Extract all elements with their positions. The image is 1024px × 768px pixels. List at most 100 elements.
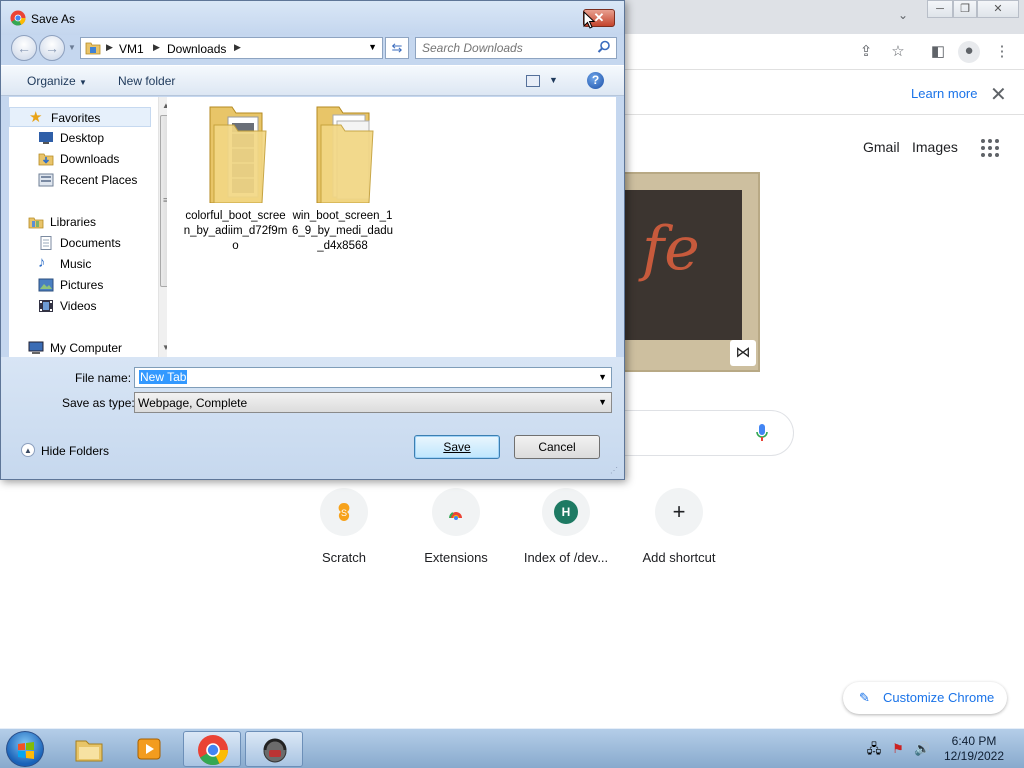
svg-text:S: S xyxy=(341,508,347,518)
mouse-cursor-icon xyxy=(583,11,595,29)
volume-icon[interactable]: 🔊 xyxy=(914,741,930,757)
profile-avatar-icon[interactable]: ● xyxy=(958,41,980,63)
videos-icon xyxy=(39,300,53,312)
file-name-value[interactable]: New Tab xyxy=(139,370,188,384)
refresh-button[interactable]: ⇆ xyxy=(385,37,409,59)
voice-search-icon[interactable] xyxy=(755,423,769,443)
gmail-link[interactable]: Gmail xyxy=(863,139,900,155)
infobar-close-icon[interactable]: ✕ xyxy=(990,82,1007,107)
save-as-type-label: Save as type: xyxy=(62,396,135,410)
window-close-button[interactable]: ✕ xyxy=(977,0,1019,18)
file-name: colorful_boot_screen_by_adiim_d72f9mo xyxy=(183,210,288,252)
dialog-title: Save As xyxy=(31,12,76,26)
shortcut-tile[interactable]: H Index of /dev... xyxy=(511,488,621,565)
nav-documents[interactable]: Documents xyxy=(9,233,151,253)
windows-logo-icon xyxy=(18,742,34,759)
pencil-icon: ✎ xyxy=(859,690,870,705)
learn-more-link[interactable]: Learn more xyxy=(911,86,977,101)
nav-videos-label: Videos xyxy=(60,299,97,313)
documents-icon xyxy=(40,236,52,250)
nav-documents-label: Documents xyxy=(60,236,121,250)
chrome-web-store-icon xyxy=(432,488,480,536)
resize-grip-icon[interactable]: ⋰ xyxy=(610,466,618,475)
save-as-type-select[interactable]: Webpage, Complete ▼ xyxy=(134,392,612,413)
taskbar-chrome[interactable] xyxy=(183,731,241,767)
minimize-button[interactable]: ─ xyxy=(927,0,953,18)
media-player-icon xyxy=(137,738,161,760)
file-item[interactable]: win_boot_screen_16_9_by_medi_dadu_d4x856… xyxy=(290,103,395,254)
breadcrumb-arrow-icon[interactable]: ▶ xyxy=(234,42,241,53)
breadcrumb-arrow-icon[interactable]: ▶ xyxy=(153,42,160,53)
tab-search-chevron-icon[interactable]: ⌄ xyxy=(898,8,908,22)
images-link[interactable]: Images xyxy=(912,139,958,155)
views-dropdown-icon[interactable]: ▼ xyxy=(549,75,558,85)
headset-app-icon xyxy=(263,738,287,763)
save-button[interactable]: Save xyxy=(414,435,500,459)
customize-chrome-button[interactable]: ✎ Customize Chrome xyxy=(843,682,1007,714)
chevron-up-icon: ▲ xyxy=(21,443,35,457)
search-box[interactable] xyxy=(415,37,617,59)
taskbar-explorer[interactable] xyxy=(60,731,118,767)
nav-downloads[interactable]: Downloads xyxy=(9,149,151,169)
file-name-dropdown-icon[interactable]: ▼ xyxy=(598,372,607,382)
google-apps-icon[interactable] xyxy=(981,139,999,157)
organize-dropdown-icon: ▼ xyxy=(79,78,87,87)
file-item[interactable]: colorful_boot_screen_by_adiim_d72f9mo xyxy=(183,103,288,254)
nav-downloads-label: Downloads xyxy=(60,152,120,166)
nav-pictures[interactable]: Pictures xyxy=(9,275,151,295)
taskbar-media-player[interactable] xyxy=(120,731,178,767)
breadcrumb-downloads[interactable]: Downloads xyxy=(167,42,226,56)
file-explorer-icon xyxy=(75,740,103,762)
shortcut-tile[interactable]: Extensions xyxy=(401,488,511,565)
recent-locations-dropdown-icon[interactable]: ▼ xyxy=(68,43,76,52)
file-name-input[interactable]: New Tab ▼ xyxy=(134,367,612,388)
nav-desktop[interactable]: Desktop xyxy=(9,128,151,148)
site-letter: H xyxy=(554,500,578,524)
search-input[interactable] xyxy=(422,41,592,55)
taskbar: 🖧 ⚑ 🔊 6:40 PM 12/19/2022 xyxy=(0,728,1024,768)
nav-music[interactable]: ♪ Music xyxy=(9,254,151,274)
help-icon[interactable]: ? xyxy=(587,72,604,89)
forward-button[interactable]: → xyxy=(39,35,65,61)
doodle-share-icon[interactable]: ⋈ xyxy=(730,340,756,366)
nav-recent-places-label: Recent Places xyxy=(60,173,138,187)
site-letter-icon: H xyxy=(542,488,590,536)
save-as-dialog: Save As ✕ ← → ▼ ▶ VM1 ▶ Downloads ▶ ▼ ⇆ … xyxy=(0,0,625,480)
command-bar: Organize ▼ New folder ▼ ? xyxy=(1,65,624,96)
taskbar-app[interactable] xyxy=(245,731,303,767)
nav-libraries[interactable]: Libraries xyxy=(9,212,151,232)
views-icon[interactable] xyxy=(526,75,540,87)
search-icon[interactable] xyxy=(597,40,611,54)
side-panel-icon[interactable]: ◧ xyxy=(928,42,948,62)
new-folder-button[interactable]: New folder xyxy=(118,74,175,88)
share-icon[interactable]: ⇪ xyxy=(856,42,876,62)
shortcut-label: Extensions xyxy=(424,550,488,565)
nav-my-computer[interactable]: My Computer xyxy=(9,338,151,358)
nav-favorites[interactable]: ★ Favorites xyxy=(9,107,151,127)
action-center-icon[interactable]: ⚑ xyxy=(890,741,906,757)
cancel-button[interactable]: Cancel xyxy=(514,435,600,459)
save-as-type-dropdown-icon[interactable]: ▼ xyxy=(598,397,607,407)
organize-label: Organize xyxy=(27,74,76,88)
menu-dots-icon[interactable]: ⋮ xyxy=(992,42,1012,62)
shortcut-tile[interactable]: S Scratch xyxy=(289,488,399,565)
address-dropdown-icon[interactable]: ▼ xyxy=(368,42,377,52)
breadcrumb-vm1[interactable]: VM1 xyxy=(119,42,144,56)
back-button[interactable]: ← xyxy=(11,35,37,61)
nav-recent-places[interactable]: Recent Places xyxy=(9,170,151,190)
clock-date: 12/19/2022 xyxy=(943,749,1005,763)
nav-desktop-label: Desktop xyxy=(60,131,105,145)
network-icon[interactable]: 🖧 xyxy=(866,741,882,757)
nav-music-label: Music xyxy=(60,257,92,271)
dialog-titlebar[interactable]: Save As ✕ xyxy=(1,1,624,35)
start-button[interactable] xyxy=(6,731,44,767)
folder-icon xyxy=(85,42,101,55)
nav-videos[interactable]: Videos xyxy=(9,296,151,316)
address-bar[interactable]: ▶ VM1 ▶ Downloads ▶ ▼ xyxy=(80,37,383,59)
add-shortcut-tile[interactable]: + Add shortcut xyxy=(624,488,734,565)
bookmark-star-icon[interactable]: ☆ xyxy=(888,42,908,62)
restore-button[interactable]: ❐ xyxy=(953,0,977,18)
clock[interactable]: 6:40 PM 12/19/2022 xyxy=(934,734,1014,764)
breadcrumb-arrow-icon[interactable]: ▶ xyxy=(106,42,113,53)
organize-button[interactable]: Organize ▼ xyxy=(27,74,87,88)
